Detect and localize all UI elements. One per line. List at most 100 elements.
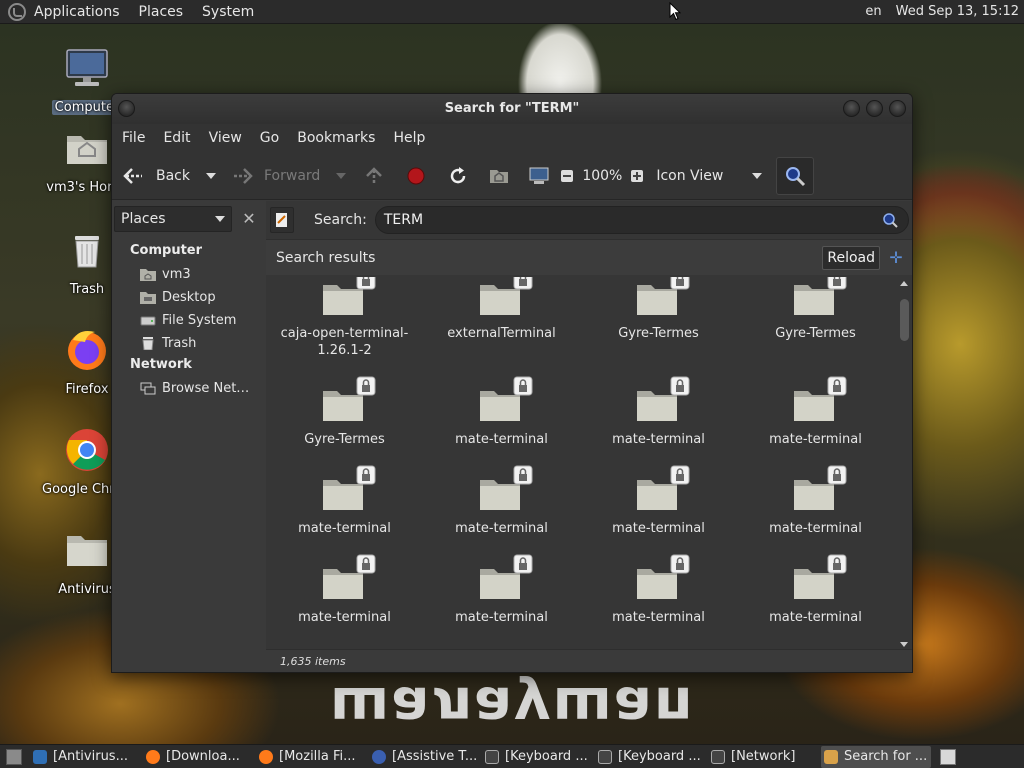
menu-go[interactable]: Go xyxy=(260,130,279,146)
result-item[interactable]: mate-terminal xyxy=(737,554,894,626)
close-button[interactable] xyxy=(889,100,906,117)
view-mode-dropdown-icon[interactable] xyxy=(752,172,763,179)
scrollbar[interactable] xyxy=(898,279,910,649)
minimize-button[interactable] xyxy=(843,100,860,117)
taskbar-item-assistive-tech[interactable]: [Assistive T... xyxy=(369,746,479,768)
locked-folder-icon xyxy=(636,465,689,510)
taskbar-item-downloads[interactable]: [Downloa... xyxy=(143,746,253,768)
result-item-label: caja-open-terminal-1.26.1-2 xyxy=(280,326,409,358)
result-item[interactable]: mate-terminal xyxy=(423,376,580,448)
result-item[interactable]: caja-open-terminal-1.26.1-2 xyxy=(266,277,423,359)
menu-help[interactable]: Help xyxy=(393,130,425,146)
locked-folder-icon xyxy=(322,554,375,599)
view-mode-selector[interactable]: Icon View xyxy=(656,168,752,184)
result-item[interactable]: Gyre-Termes xyxy=(737,277,894,342)
sidebar-heading-network: Network xyxy=(130,357,192,372)
back-history-dropdown[interactable] xyxy=(206,172,216,179)
edit-location-button[interactable] xyxy=(270,207,294,233)
workspace-switcher[interactable] xyxy=(940,748,956,765)
result-item-label: mate-terminal xyxy=(455,610,548,625)
locked-folder-icon xyxy=(636,554,689,599)
taskbar-item-keyboard-1[interactable]: [Keyboard ... xyxy=(482,746,592,768)
clock[interactable]: Wed Sep 13, 15:12 xyxy=(896,4,1019,19)
computer-icon xyxy=(66,49,108,86)
search-toggle-button[interactable] xyxy=(776,156,815,195)
result-item[interactable]: mate-terminal xyxy=(737,465,894,537)
result-item[interactable]: Gyre-Termes xyxy=(266,376,423,448)
home-icon[interactable] xyxy=(488,166,510,186)
maximize-button[interactable] xyxy=(866,100,883,117)
drive-icon xyxy=(140,316,156,326)
desktop-folder-icon xyxy=(140,292,156,304)
computer-icon[interactable] xyxy=(528,166,550,186)
search-bar: Search: TERM xyxy=(266,201,912,239)
result-item[interactable]: externalTerminal xyxy=(423,277,580,342)
sidebar-item-file-system[interactable]: File System xyxy=(112,309,262,332)
taskbar-item-mozilla-firefox[interactable]: [Mozilla Fi... xyxy=(256,746,366,768)
sidebar-item-desktop[interactable]: Desktop xyxy=(112,286,262,309)
sidebar-selector[interactable]: Places xyxy=(114,206,232,232)
reload-icon[interactable] xyxy=(448,166,468,186)
sidebar-item-browse-network[interactable]: Browse Net… xyxy=(112,377,262,400)
stop-icon[interactable] xyxy=(406,166,426,186)
search-input[interactable]: TERM xyxy=(374,206,909,234)
show-desktop-button[interactable] xyxy=(6,748,22,765)
taskbar-item-antivirus[interactable]: [Antivirus... xyxy=(30,746,140,768)
main-pane: Search: TERM Search results Reload ✛ caj… xyxy=(266,201,912,672)
window-menu-button[interactable] xyxy=(118,100,135,117)
result-item[interactable]: mate-terminal xyxy=(580,376,737,448)
result-item-label: mate-terminal xyxy=(298,521,391,536)
result-item-label: mate-terminal xyxy=(455,521,548,536)
sidebar-item-vm3[interactable]: vm3 xyxy=(112,263,262,286)
locked-folder-icon xyxy=(479,465,532,510)
close-sidebar-icon[interactable]: ✕ xyxy=(238,208,260,230)
scroll-up-icon[interactable] xyxy=(900,281,908,286)
result-item[interactable]: mate-terminal xyxy=(580,554,737,626)
result-item[interactable]: mate-terminal xyxy=(423,465,580,537)
locked-folder-icon xyxy=(322,465,375,510)
result-item[interactable]: Gyre-Termes xyxy=(580,277,737,342)
menu-edit[interactable]: Edit xyxy=(163,130,190,146)
locked-folder-icon xyxy=(322,376,375,421)
sidebar-item-trash[interactable]: Trash xyxy=(112,332,262,355)
places-menu[interactable]: Places xyxy=(139,4,184,20)
taskbar-item-search[interactable]: Search for ... xyxy=(821,745,931,768)
result-item[interactable]: mate-terminal xyxy=(737,376,894,448)
result-item[interactable]: mate-terminal xyxy=(266,554,423,626)
result-item-label: Gyre-Termes xyxy=(775,326,856,341)
scroll-thumb[interactable] xyxy=(900,299,909,341)
menu-view[interactable]: View xyxy=(209,130,242,146)
locked-folder-icon xyxy=(479,277,532,315)
search-icon[interactable] xyxy=(882,212,898,228)
zoom-in-icon[interactable] xyxy=(630,169,644,183)
keyboard-layout-indicator[interactable]: en xyxy=(865,4,881,19)
taskbar-item-network[interactable]: [Network] xyxy=(708,746,818,768)
reload-button[interactable]: Reload xyxy=(822,245,880,270)
locked-folder-icon xyxy=(793,465,846,510)
locked-folder-icon xyxy=(636,277,689,315)
zoom-level[interactable]: 100% xyxy=(582,168,622,184)
home-folder-icon xyxy=(140,269,156,281)
locked-folder-icon xyxy=(636,376,689,421)
up-arrow-icon[interactable] xyxy=(364,166,384,186)
zoom-out-icon[interactable] xyxy=(560,169,574,183)
system-menu[interactable]: System xyxy=(202,4,254,20)
add-criterion-icon[interactable]: ✛ xyxy=(886,248,906,267)
window-titlebar[interactable]: Search for "TERM" xyxy=(112,94,912,124)
result-item[interactable]: mate-terminal xyxy=(580,465,737,537)
scroll-down-icon[interactable] xyxy=(900,642,908,647)
home-folder-icon xyxy=(67,136,107,164)
back-button[interactable]: Back xyxy=(122,166,190,186)
places-sidebar: Places ✕ Computer vm3 Desktop File Syste… xyxy=(112,201,262,672)
result-item[interactable]: mate-terminal xyxy=(423,554,580,626)
taskbar-item-keyboard-2[interactable]: [Keyboard ... xyxy=(595,746,705,768)
forward-button[interactable]: Forward xyxy=(232,166,320,186)
menu-file[interactable]: File xyxy=(122,130,145,146)
folder-icon xyxy=(33,749,47,764)
applications-menu[interactable]: Applications xyxy=(34,4,120,20)
back-arrow-icon xyxy=(123,167,142,184)
forward-history-dropdown[interactable] xyxy=(336,172,347,179)
menu-bookmarks[interactable]: Bookmarks xyxy=(297,130,375,146)
mate-logo-icon[interactable] xyxy=(8,2,26,21)
result-item[interactable]: mate-terminal xyxy=(266,465,423,537)
